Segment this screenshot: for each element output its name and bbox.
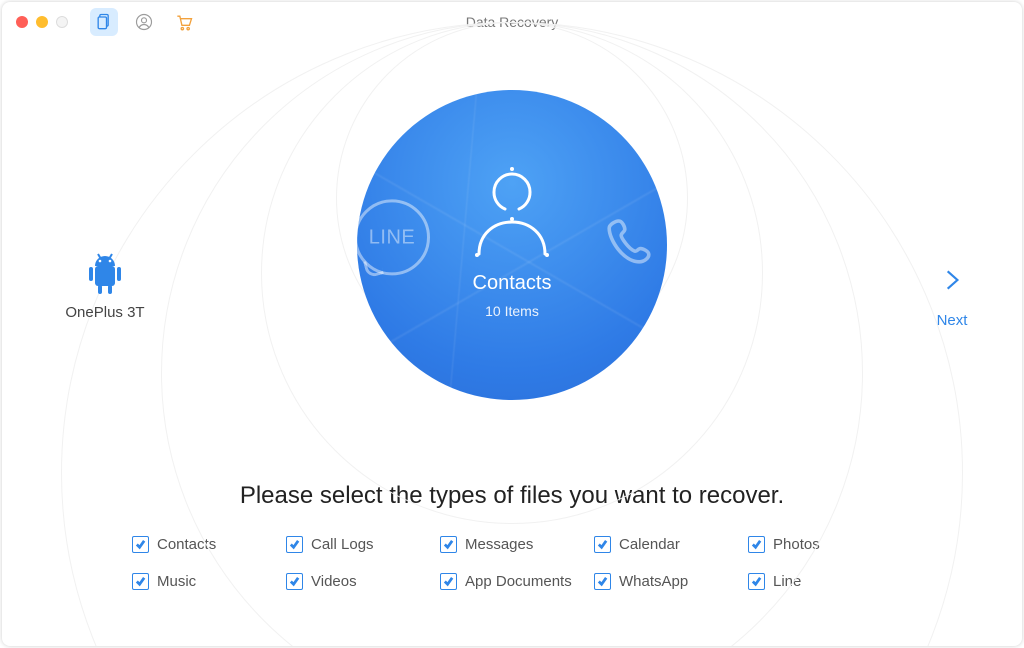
filetype-checkbox[interactable]: Messages — [440, 536, 584, 553]
connected-device: OnePlus 3T — [50, 252, 160, 321]
titlebar: Data Recovery — [2, 2, 1022, 42]
filetype-label: Line — [773, 573, 801, 590]
checkbox-box — [132, 536, 149, 553]
checkbox-box — [748, 536, 765, 553]
chevron-right-icon — [939, 267, 965, 293]
selected-type-circle[interactable]: LINE — [357, 90, 667, 400]
minimize-window-button[interactable] — [36, 16, 48, 28]
filetype-checkbox[interactable]: WhatsApp — [594, 573, 738, 590]
app-window: Data Recovery — [2, 2, 1022, 646]
cart-icon[interactable] — [170, 8, 198, 36]
toolbar — [90, 8, 198, 36]
checkbox-box — [440, 536, 457, 553]
checkbox-box — [286, 573, 303, 590]
account-tab-icon[interactable] — [130, 8, 158, 36]
checkbox-box — [594, 573, 611, 590]
filetype-checkbox[interactable]: Calendar — [594, 536, 738, 553]
filetype-checkbox[interactable]: Call Logs — [286, 536, 430, 553]
filetype-checkbox[interactable]: Videos — [286, 573, 430, 590]
filetype-label: Contacts — [157, 536, 216, 553]
filetype-label: WhatsApp — [619, 573, 688, 590]
next-label: Next — [922, 312, 982, 329]
phone-icon — [602, 209, 662, 269]
main-stage: OnePlus 3T LINE — [2, 42, 1022, 492]
file-type-grid: Contacts Call Logs Messages Calendar Photos M… — [132, 536, 892, 590]
device-name: OnePlus 3T — [50, 304, 160, 321]
checkbox-box — [748, 573, 765, 590]
line-icon: LINE — [357, 199, 430, 275]
checkbox-box — [286, 536, 303, 553]
filetype-checkbox[interactable]: Photos — [748, 536, 892, 553]
filetype-label: Photos — [773, 536, 820, 553]
checkbox-box — [594, 536, 611, 553]
selected-type-count: 10 Items — [485, 303, 539, 319]
filetype-checkbox[interactable]: App Documents — [440, 573, 584, 590]
checkbox-box — [132, 573, 149, 590]
checkbox-box — [440, 573, 457, 590]
filetype-label: Videos — [311, 573, 357, 590]
selected-type-label: Contacts — [473, 272, 552, 295]
window-controls — [16, 16, 68, 28]
filetype-label: Call Logs — [311, 536, 374, 553]
android-icon — [85, 252, 125, 296]
contacts-icon — [467, 162, 557, 262]
carousel-prev-line-icon[interactable]: LINE — [357, 199, 437, 275]
data-recovery-tab-icon[interactable] — [90, 8, 118, 36]
zoom-window-button[interactable] — [56, 16, 68, 28]
filetype-label: Messages — [465, 536, 533, 553]
next-button[interactable]: Next — [922, 267, 982, 329]
filetype-label: Calendar — [619, 536, 680, 553]
filetype-checkbox[interactable]: Contacts — [132, 536, 276, 553]
close-window-button[interactable] — [16, 16, 28, 28]
filetype-checkbox[interactable]: Line — [748, 573, 892, 590]
filetype-label: App Documents — [465, 573, 572, 590]
carousel-next-calllogs-icon[interactable] — [587, 209, 667, 269]
filetype-checkbox[interactable]: Music — [132, 573, 276, 590]
filetype-label: Music — [157, 573, 196, 590]
